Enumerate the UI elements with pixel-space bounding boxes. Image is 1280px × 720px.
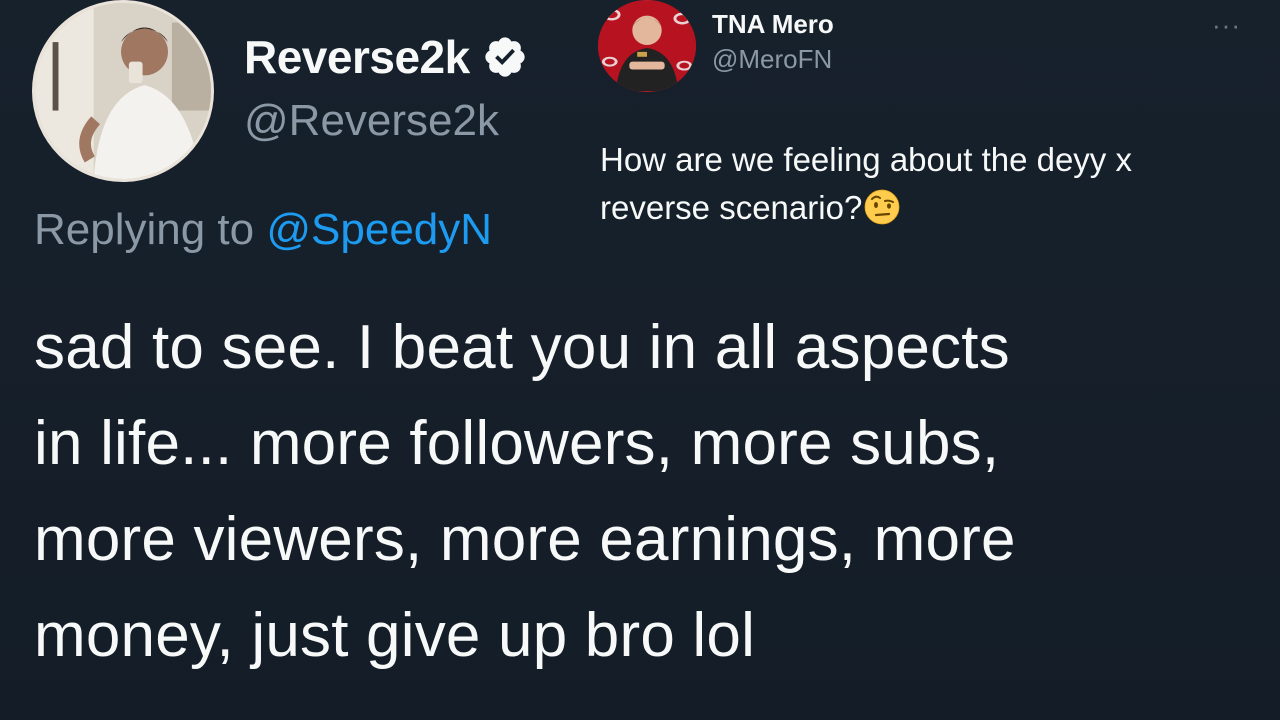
quoted-tweet-line: reverse scenario? [600, 184, 1260, 232]
avatar-photo-icon [598, 0, 696, 92]
replying-to-line: Replying to @SpeedyN [34, 205, 492, 255]
author-name-row: Reverse2k [244, 30, 528, 84]
quoted-tweet-body: How are we feeling about the deyy x reve… [600, 136, 1260, 232]
tweet-body-line: sad to see. I beat you in all aspects [34, 313, 1010, 382]
author-handle[interactable]: @Reverse2k [244, 96, 499, 146]
avatar-photo-icon [35, 3, 211, 179]
verified-badge-icon [485, 37, 525, 77]
replying-to-mention-link[interactable]: @SpeedyN [266, 205, 492, 254]
more-options-icon[interactable]: ··· [1212, 10, 1241, 41]
raised-eyebrow-face-icon [864, 189, 900, 225]
quoted-tweet-line: How are we feeling about the deyy x [600, 141, 1132, 178]
quoted-author-name[interactable]: TNA Mero [712, 9, 834, 40]
author-avatar[interactable] [32, 0, 214, 182]
quoted-author-handle[interactable]: @MeroFN [712, 44, 832, 75]
tweet-screenshot: Reverse2k @Reverse2k Replying to @Speedy… [0, 0, 1280, 720]
tweet-body-line: money, just give up bro lol [34, 601, 756, 670]
author-name[interactable]: Reverse2k [244, 30, 470, 84]
tweet-body-line: in life... more followers, more subs, [34, 409, 1000, 478]
replying-to-label: Replying to [34, 205, 255, 254]
tweet-body-line: more viewers, more earnings, more [34, 505, 1016, 574]
tweet-body: sad to see. I beat you in all aspects in… [34, 300, 1234, 684]
quoted-author-avatar[interactable] [598, 0, 696, 92]
